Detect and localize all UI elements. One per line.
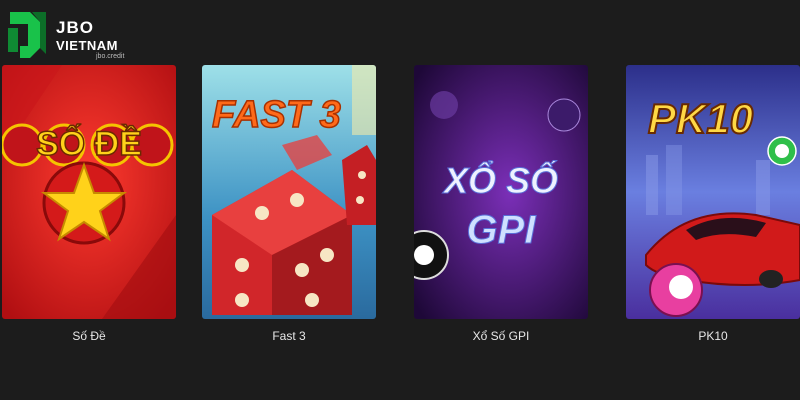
game-thumbnail-xo-so-gpi: XỔ SỐ GPI: [414, 65, 588, 319]
game-label-so-de[interactable]: Số Đề: [2, 329, 176, 343]
fast-3-art-text: FAST 3: [212, 94, 341, 136]
game-thumbnail-pk10: PK10: [626, 65, 800, 319]
brand-logo[interactable]: JBO VIETNAM jbo.credit: [6, 8, 146, 60]
game-label-pk10[interactable]: PK10: [626, 329, 800, 343]
game-label-fast-3[interactable]: Fast 3: [202, 329, 376, 343]
logo-subtitle: VIETNAM: [56, 38, 118, 53]
game-card-fast-3[interactable]: FAST 3: [202, 65, 376, 319]
logo-url: jbo.credit: [96, 53, 125, 60]
pk10-art-text: PK10: [648, 95, 753, 142]
xo-so-art-text: XỔ SỐ: [442, 158, 558, 201]
game-thumbnail-so-de: SỐ ĐỀ: [2, 65, 176, 319]
so-de-art-text: SỐ ĐỀ: [36, 124, 142, 163]
game-thumbnail-fast-3: FAST 3: [202, 65, 376, 319]
game-card-pk10[interactable]: PK10: [626, 65, 800, 319]
logo-title: JBO: [56, 18, 94, 37]
game-card-so-de[interactable]: SỐ ĐỀ: [2, 65, 176, 319]
logo-mark-icon: [8, 12, 46, 58]
gpi-art-text: GPI: [467, 208, 537, 252]
game-label-xo-so-gpi[interactable]: Xổ Số GPI: [414, 329, 588, 343]
game-card-xo-so-gpi[interactable]: XỔ SỐ GPI: [414, 65, 588, 319]
